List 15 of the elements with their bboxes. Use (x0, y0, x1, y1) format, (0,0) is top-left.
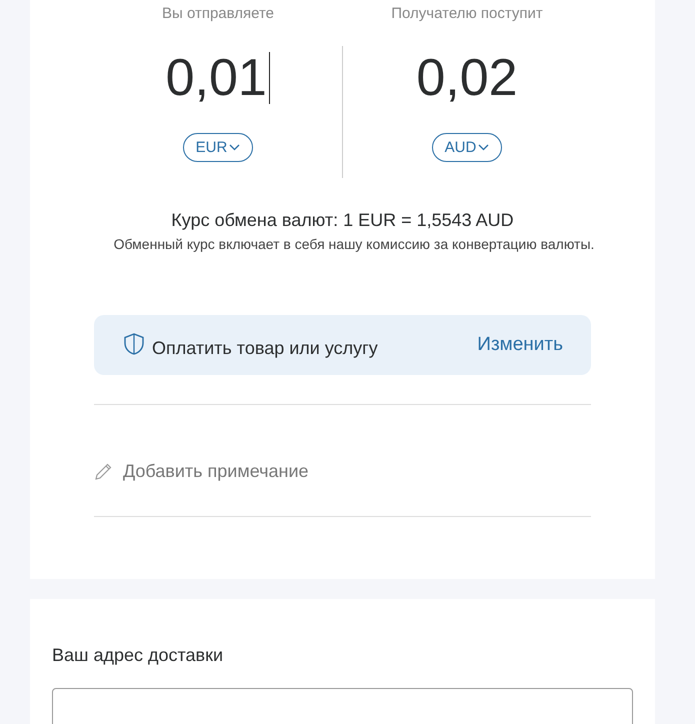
currency-dropdown[interactable]: AUD (432, 133, 502, 162)
chevron-icon (478, 144, 490, 151)
change-link[interactable]: Изменить (477, 334, 563, 356)
amount-label: Получателю поступит (391, 4, 543, 24)
payment-type: Оплатить товар или услугу (152, 338, 379, 358)
amount-field[interactable]: 0,01 (166, 38, 270, 118)
rate-note: Обменный курс включает в себя нашу комиссию за конвертацию валюты. (112, 235, 596, 253)
chevron-icon (229, 144, 240, 151)
pencil-icon (94, 462, 113, 481)
section-title: Ваш адрес доставки (52, 645, 224, 666)
exchange-rate: Курс обмена валют: 1 EUR = 1,5543 AUD (170, 210, 515, 231)
amount-label: Вы отправляете (162, 4, 274, 24)
amount-field[interactable]: 0,02 (416, 38, 518, 118)
shield-icon (122, 332, 146, 356)
currency-dropdown[interactable]: EUR (182, 133, 254, 162)
